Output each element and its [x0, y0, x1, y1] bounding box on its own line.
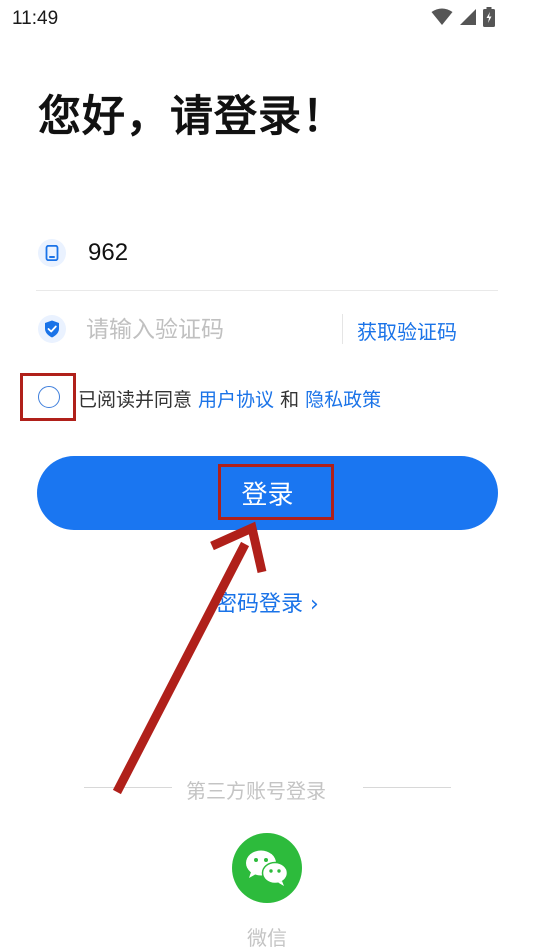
vertical-divider: [342, 314, 343, 344]
wechat-label: 微信: [247, 926, 287, 950]
phone-field[interactable]: 962: [88, 239, 128, 267]
get-code-button[interactable]: 获取验证码: [357, 316, 457, 345]
third-party-label: 第三方账号登录: [186, 779, 326, 803]
agreement-conjunction: 和: [274, 389, 306, 411]
status-time: 11:49: [12, 8, 59, 29]
page-title: 您好，请登录！: [38, 92, 346, 142]
agreement-prefix: 已阅读并同意: [78, 389, 199, 411]
shield-check-icon: [45, 320, 59, 338]
wechat-icon: [246, 850, 289, 886]
annotation-box-login: [218, 464, 334, 520]
battery-icon: [483, 7, 495, 27]
cellular-signal-icon: [460, 9, 476, 25]
agreement-text: 已阅读并同意 用户协议 和 隐私政策: [78, 385, 381, 412]
status-icons: [431, 7, 495, 27]
divider: [36, 290, 498, 291]
phone-icon: [45, 245, 59, 261]
verification-code-input[interactable]: [84, 310, 338, 350]
annotation-box-radio: [20, 373, 76, 421]
password-login-link[interactable]: 密码登录 ›: [215, 586, 319, 618]
code-field-icon-badge: [38, 315, 66, 343]
user-agreement-link[interactable]: 用户协议: [198, 389, 274, 411]
privacy-policy-link[interactable]: 隐私政策: [305, 389, 381, 411]
third-party-divider-right: [363, 787, 451, 788]
wifi-icon: [431, 8, 453, 25]
third-party-divider-left: [84, 787, 172, 788]
wechat-login-button[interactable]: [232, 833, 302, 903]
phone-field-icon-badge: [38, 239, 66, 267]
